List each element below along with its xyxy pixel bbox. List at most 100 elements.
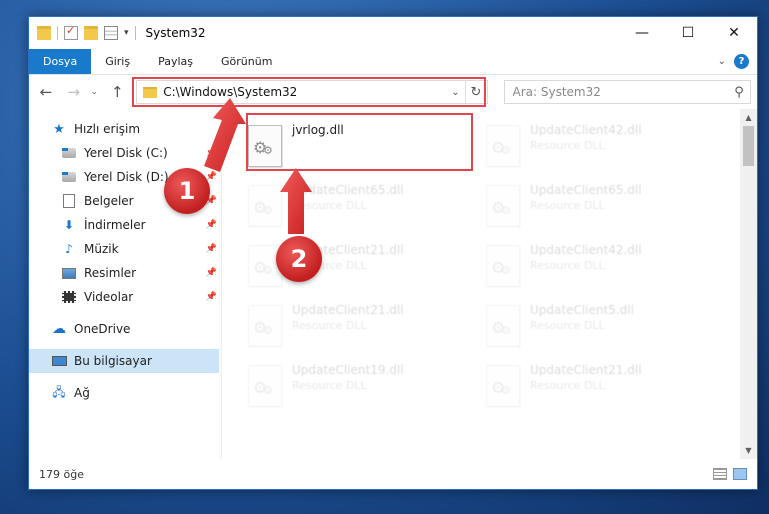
sidebar-item-network[interactable]: 🖧 Ağ <box>29 381 221 405</box>
sidebar-item-onedrive[interactable]: ☁ OneDrive <box>29 317 221 341</box>
tab-file[interactable]: Dosya <box>29 49 92 74</box>
list-item[interactable]: ⚙ ⚙ UpdateClient65.dll Resource DLL <box>244 179 474 235</box>
file-type: Resource DLL <box>530 379 605 392</box>
list-item[interactable]: ⚙ ⚙ UpdateClient5.dll Resource DLL <box>482 299 712 355</box>
navigation-pane: ★ Hızlı erişim Yerel Disk (C:) 📌 Yerel D… <box>29 109 222 459</box>
new-folder-icon[interactable] <box>84 26 98 40</box>
address-bar[interactable]: C:\Windows\System32 ⌄ ↻ <box>132 77 488 107</box>
tab-view[interactable]: Görünüm <box>207 49 286 74</box>
list-item[interactable]: ⚙ ⚙ jvrlog.dll <box>244 119 474 175</box>
sidebar-item-downloads[interactable]: ⬇ İndirmeler 📌 <box>29 213 221 237</box>
sidebar-item-label: Hızlı erişim <box>74 122 141 136</box>
recent-locations-icon[interactable]: ⌄ <box>91 87 101 97</box>
pin-icon[interactable]: 📌 <box>206 268 217 278</box>
file-name: UpdateClient21.dll <box>530 363 642 377</box>
sidebar-item-label: Yerel Disk (D:) <box>84 170 169 184</box>
cloud-icon: ☁ <box>52 321 66 337</box>
sidebar-item-label: Videolar <box>84 290 134 304</box>
sidebar-item-videos[interactable]: Videolar 📌 <box>29 285 221 309</box>
pin-icon[interactable]: 📌 <box>206 148 217 158</box>
maximize-button[interactable]: ☐ <box>665 17 711 49</box>
drive-icon <box>62 148 76 158</box>
sidebar-item-label: Belgeler <box>84 194 134 208</box>
scroll-up-icon[interactable]: ▲ <box>740 109 757 126</box>
close-button[interactable]: ✕ <box>711 17 757 49</box>
large-icons-view-icon[interactable] <box>733 468 747 480</box>
address-path[interactable]: C:\Windows\System32 <box>163 85 446 99</box>
computer-icon <box>51 356 67 366</box>
pictures-icon <box>62 267 76 279</box>
tab-home[interactable]: Giriş <box>91 49 144 74</box>
file-type: Resource DLL <box>530 259 605 272</box>
step-1-badge: 1 <box>164 168 210 214</box>
sidebar-item-this-pc[interactable]: Bu bilgisayar <box>29 349 221 373</box>
videos-icon <box>62 291 76 303</box>
file-name: UpdateClient65.dll <box>292 183 404 197</box>
sidebar-item-label: Müzik <box>84 242 119 256</box>
file-type: Resource DLL <box>530 199 605 212</box>
content-area: ★ Hızlı erişim Yerel Disk (C:) 📌 Yerel D… <box>29 109 757 459</box>
list-item[interactable]: ⚙ ⚙ UpdateClient42.dll Resource DLL <box>482 119 712 175</box>
file-name: UpdateClient19.dll <box>292 363 404 377</box>
window-controls: — ☐ ✕ <box>619 17 757 49</box>
sidebar-item-label: OneDrive <box>74 322 131 336</box>
up-arrow-icon[interactable]: ↑ <box>106 81 128 103</box>
ribbon-right: ⌄ ? <box>718 49 757 74</box>
dll-file-icon: ⚙ ⚙ <box>248 125 282 167</box>
file-type: Resource DLL <box>292 379 367 392</box>
drive-icon <box>62 172 76 182</box>
search-input[interactable] <box>512 85 728 99</box>
details-view-icon[interactable] <box>713 468 727 480</box>
divider <box>134 26 136 40</box>
dll-file-icon: ⚙ ⚙ <box>486 365 520 407</box>
minimize-button[interactable]: — <box>619 17 665 49</box>
file-name: UpdateClient65.dll <box>530 183 642 197</box>
help-icon[interactable]: ? <box>734 54 749 69</box>
file-list: ⚙ ⚙ jvrlog.dll ⚙ ⚙ UpdateClient65.dll Reso… <box>222 109 757 459</box>
folder-icon <box>37 26 51 40</box>
dll-file-icon: ⚙ ⚙ <box>248 305 282 347</box>
sidebar-item-label: Bu bilgisayar <box>74 354 152 368</box>
sidebar-item-quick-access[interactable]: ★ Hızlı erişim <box>29 117 221 141</box>
file-type: Resource DLL <box>530 139 605 152</box>
properties-check-icon[interactable] <box>64 24 78 40</box>
pin-icon[interactable]: 📌 <box>206 220 217 230</box>
search-box[interactable]: ⚲ <box>503 80 751 104</box>
sidebar-item-local-disk-c[interactable]: Yerel Disk (C:) 📌 <box>29 141 221 165</box>
vertical-scrollbar[interactable]: ▲ ▼ <box>740 109 757 459</box>
list-item[interactable]: ⚙ ⚙ UpdateClient21.dll Resource DLL <box>482 359 712 415</box>
list-item[interactable]: ⚙ ⚙ UpdateClient42.dll Resource DLL <box>482 239 712 295</box>
search-icon[interactable]: ⚲ <box>728 85 750 100</box>
view-toggle <box>713 468 757 480</box>
list-item[interactable]: ⚙ ⚙ UpdateClient65.dll Resource DLL <box>482 179 712 235</box>
network-icon: 🖧 <box>52 384 66 399</box>
list-item[interactable]: ⚙ ⚙ UpdateClient19.dll Resource DLL <box>244 359 474 415</box>
chevron-down-icon[interactable]: ▾ <box>124 28 129 38</box>
scrollbar-thumb[interactable] <box>743 126 754 166</box>
address-dropdown-icon[interactable]: ⌄ <box>447 87 465 98</box>
folder-icon <box>143 86 158 98</box>
customize-icon[interactable] <box>104 26 118 40</box>
file-name: UpdateClient42.dll <box>530 123 642 137</box>
window-title: System32 <box>145 26 206 40</box>
sidebar-item-music[interactable]: ♪ Müzik 📌 <box>29 237 221 261</box>
pin-icon[interactable]: 📌 <box>206 292 217 302</box>
step-2-badge: 2 <box>276 236 322 282</box>
music-icon: ♪ <box>65 242 73 256</box>
back-arrow-icon[interactable]: ← <box>35 81 57 103</box>
expand-ribbon-icon[interactable]: ⌄ <box>718 56 726 67</box>
file-name: jvrlog.dll <box>292 123 344 137</box>
sidebar-item-label: İndirmeler <box>84 218 146 232</box>
file-name: UpdateClient5.dll <box>530 303 634 317</box>
tab-share[interactable]: Paylaş <box>144 49 207 74</box>
pin-icon[interactable]: 📌 <box>206 244 217 254</box>
forward-arrow-icon[interactable]: → <box>63 81 85 103</box>
dll-file-icon: ⚙ ⚙ <box>486 185 520 227</box>
list-item[interactable]: ⚙ ⚙ UpdateClient21.dll Resource DLL <box>244 299 474 355</box>
item-count: 179 öğe <box>39 467 84 481</box>
sidebar-item-pictures[interactable]: Resimler 📌 <box>29 261 221 285</box>
refresh-icon[interactable]: ↻ <box>464 81 487 103</box>
star-icon: ★ <box>53 121 65 137</box>
scroll-down-icon[interactable]: ▼ <box>740 442 757 459</box>
dll-file-icon: ⚙ ⚙ <box>248 365 282 407</box>
